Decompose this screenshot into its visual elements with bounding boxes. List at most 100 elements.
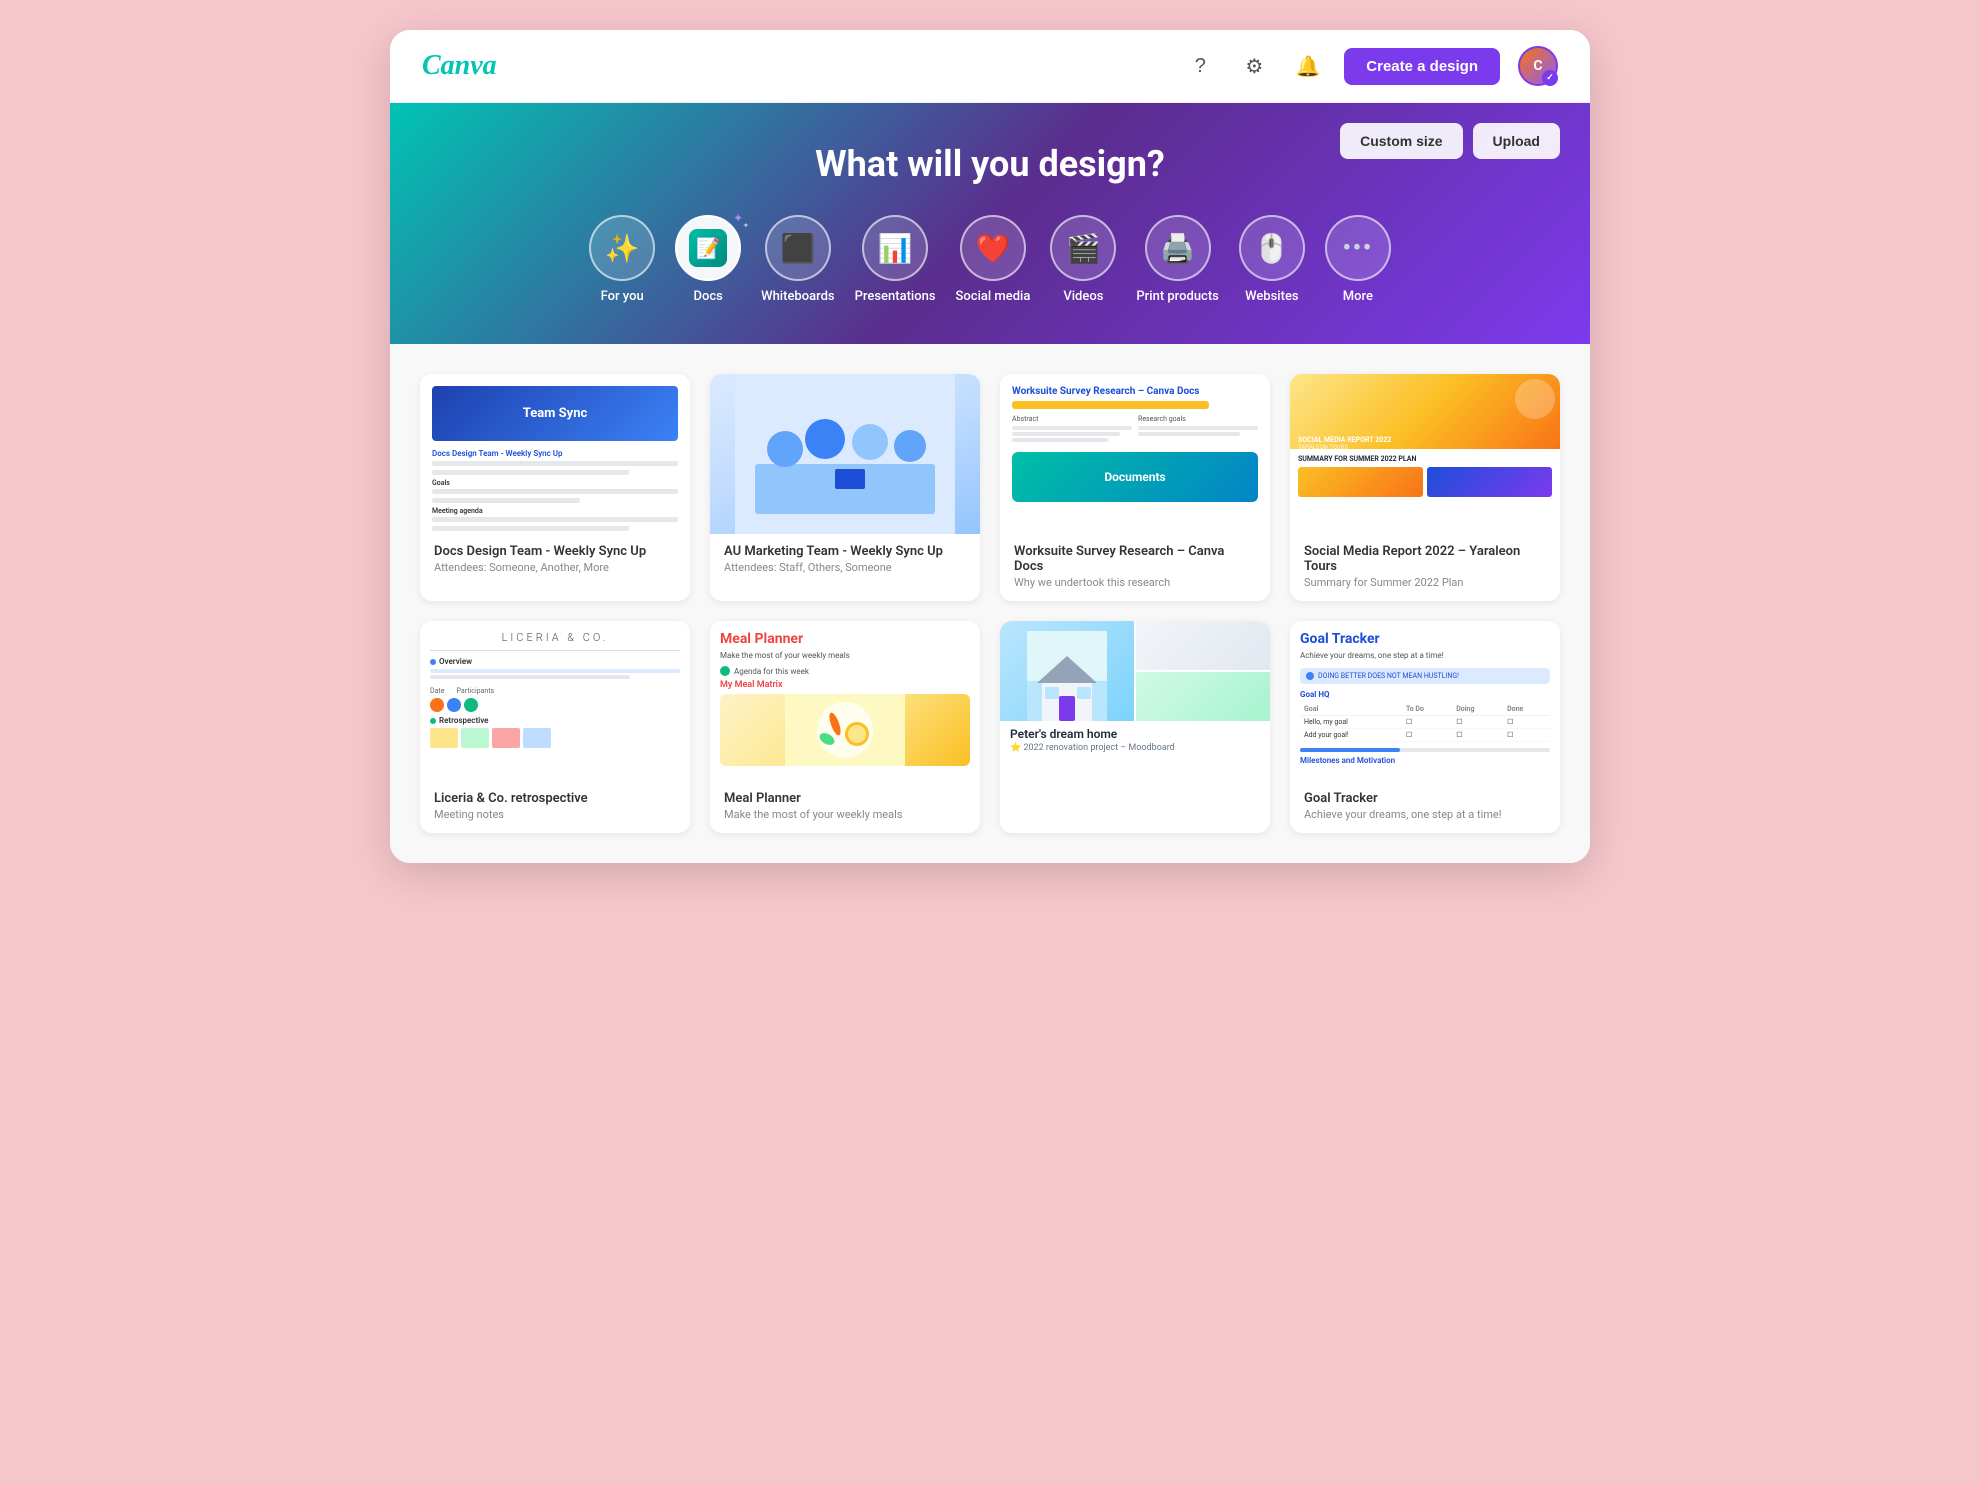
home-interior-2 <box>1136 672 1270 721</box>
house-main <box>1000 621 1134 721</box>
circle-deco <box>1515 379 1555 419</box>
avatar-2 <box>447 698 461 712</box>
doc-line <box>432 470 629 475</box>
category-more[interactable]: ••• More <box>1325 215 1391 304</box>
card-canva-docs-thumb: Worksuite Survey Research – Canva Docs A… <box>1000 374 1270 534</box>
meal-week-label: Agenda for this week <box>720 666 970 676</box>
card-meal-planner[interactable]: Meal Planner Make the most of your weekl… <box>710 621 980 833</box>
notifications-button[interactable]: 🔔 <box>1290 48 1326 84</box>
card-canva-docs[interactable]: Worksuite Survey Research – Canva Docs A… <box>1000 374 1270 601</box>
settings-icon: ⚙ <box>1245 54 1263 79</box>
doc-line <box>432 489 678 494</box>
avatar-3 <box>464 698 478 712</box>
card-team-sync-thumb: Team Sync Docs Design Team - Weekly Sync… <box>420 374 690 534</box>
card-dream-home[interactable]: Peter's dream home ⭐ 2022 renovation pro… <box>1000 621 1270 833</box>
todo-2: ☐ <box>1402 729 1452 742</box>
help-icon: ? <box>1195 55 1206 78</box>
print-products-icon-circle: 🖨️ <box>1145 215 1211 281</box>
card-au-marketing-thumb <box>710 374 980 534</box>
sticky-green <box>461 728 489 748</box>
card-liceria[interactable]: LICERIA & CO. Overview Date Participants <box>420 621 690 833</box>
liceria-details: Date Participants <box>430 687 680 695</box>
app-window: Canva ? ⚙ 🔔 Create a design C ✓ Custom s… <box>390 30 1590 863</box>
category-print-products[interactable]: 🖨️ Print products <box>1136 215 1218 304</box>
card-au-marketing-title: AU Marketing Team - Weekly Sync Up <box>724 544 966 559</box>
home-interior-1 <box>1136 621 1270 670</box>
social-media-label: Social media <box>956 289 1031 304</box>
card-canva-docs-subtitle: Why we undertook this research <box>1014 576 1256 589</box>
social-boxes-row <box>1298 467 1552 497</box>
custom-size-button[interactable]: Custom size <box>1340 123 1462 159</box>
avatar[interactable]: C ✓ <box>1518 46 1558 86</box>
house-svg <box>1027 631 1107 721</box>
category-docs[interactable]: ✦ ✦ 📝 Docs <box>675 215 741 304</box>
category-whiteboards[interactable]: ⬛ Whiteboards <box>761 215 834 304</box>
goal-table: Goal To Do Doing Done Hello, my goal ☐ ☐ <box>1300 703 1550 742</box>
goal-1: Hello, my goal <box>1300 716 1402 729</box>
category-websites[interactable]: 🖱️ Websites <box>1239 215 1305 304</box>
card-liceria-info: Liceria & Co. retrospective Meeting note… <box>420 781 690 833</box>
green-dot-meal <box>720 666 730 676</box>
badge-text: DOING BETTER DOES NOT MEAN HUSTLING! <box>1318 672 1459 680</box>
more-icon-circle: ••• <box>1325 215 1391 281</box>
card-social-report-subtitle: Summary for Summer 2022 Plan <box>1304 576 1546 589</box>
doc-line <box>432 461 678 466</box>
card-goal-tracker[interactable]: Goal Tracker Achieve your dreams, one st… <box>1290 621 1560 833</box>
card-goal-subtitle: Achieve your dreams, one step at a time! <box>1304 808 1546 821</box>
line <box>1012 426 1132 430</box>
highlight-bar <box>1012 401 1209 409</box>
docs-inner-icon: 📝 <box>689 229 727 267</box>
video-icon: 🎬 <box>1066 232 1101 265</box>
dream-home-year: ⭐ 2022 renovation project – Moodboard <box>1010 743 1260 753</box>
table-row: Hello, my goal ☐ ☐ ☐ <box>1300 716 1550 729</box>
card-au-marketing[interactable]: AU Marketing Team - Weekly Sync Up Atten… <box>710 374 980 601</box>
category-icons-row: ✨ For you ✦ ✦ 📝 Docs ⬛ <box>430 215 1550 304</box>
recent-grid-row1: Team Sync Docs Design Team - Weekly Sync… <box>420 374 1560 601</box>
card-goal-thumb: Goal Tracker Achieve your dreams, one st… <box>1290 621 1560 781</box>
meal-food-img <box>720 694 970 766</box>
whiteboard-icon: ⬛ <box>780 232 815 265</box>
col-doing: Doing <box>1452 703 1503 716</box>
sparkle-icon: ✨ <box>605 232 640 265</box>
doc-section: Goals <box>432 479 678 487</box>
doc-line <box>432 517 678 522</box>
create-design-button[interactable]: Create a design <box>1344 48 1500 85</box>
badge-dot <box>1306 672 1314 680</box>
card-canva-docs-title: Worksuite Survey Research – Canva Docs <box>1014 544 1256 574</box>
help-button[interactable]: ? <box>1182 48 1218 84</box>
card-au-marketing-info: AU Marketing Team - Weekly Sync Up Atten… <box>710 534 980 586</box>
liceria-retro: Retrospective <box>430 716 680 725</box>
col-label: Abstract <box>1012 415 1132 423</box>
category-for-you[interactable]: ✨ For you <box>589 215 655 304</box>
docs-icon-circle: ✦ ✦ 📝 <box>675 215 741 281</box>
category-videos[interactable]: 🎬 Videos <box>1050 215 1116 304</box>
card-social-report[interactable]: SOCIAL MEDIA REPORT 2022 YARALEON TOURS … <box>1290 374 1560 601</box>
social-media-icon-circle: ❤️ <box>960 215 1026 281</box>
heart-icon: ❤️ <box>976 232 1011 265</box>
sticky-yellow <box>430 728 458 748</box>
category-presentations[interactable]: 📊 Presentations <box>855 215 936 304</box>
liceria-avatars <box>430 698 680 712</box>
card-goal-title: Goal Tracker <box>1304 791 1546 806</box>
col-done: Done <box>1503 703 1550 716</box>
card-team-sync-subtitle: Attendees: Someone, Another, More <box>434 561 676 574</box>
food-svg <box>785 694 905 766</box>
presentations-icon-circle: 📊 <box>862 215 928 281</box>
bell-icon: 🔔 <box>1296 54 1321 79</box>
line <box>1138 426 1258 430</box>
category-social-media[interactable]: ❤️ Social media <box>956 215 1031 304</box>
card-meal-title: Meal Planner <box>724 791 966 806</box>
recent-grid-row2: LICERIA & CO. Overview Date Participants <box>420 621 1560 833</box>
upload-button[interactable]: Upload <box>1473 123 1560 159</box>
goal-progress-bar-fill <box>1300 748 1400 752</box>
dream-home-heading: Peter's dream home <box>1010 727 1260 741</box>
card-goal-info: Goal Tracker Achieve your dreams, one st… <box>1290 781 1560 833</box>
card-social-report-title: Social Media Report 2022 – Yaraleon Tour… <box>1304 544 1546 574</box>
settings-button[interactable]: ⚙ <box>1236 48 1272 84</box>
card-team-sync[interactable]: Team Sync Docs Design Team - Weekly Sync… <box>420 374 690 601</box>
logo[interactable]: Canva <box>422 50 497 82</box>
col-label: Research goals <box>1138 415 1258 423</box>
print-products-label: Print products <box>1136 289 1218 304</box>
report-sub: YARALEON TOURS <box>1298 444 1348 449</box>
liceria-divider <box>430 650 680 651</box>
